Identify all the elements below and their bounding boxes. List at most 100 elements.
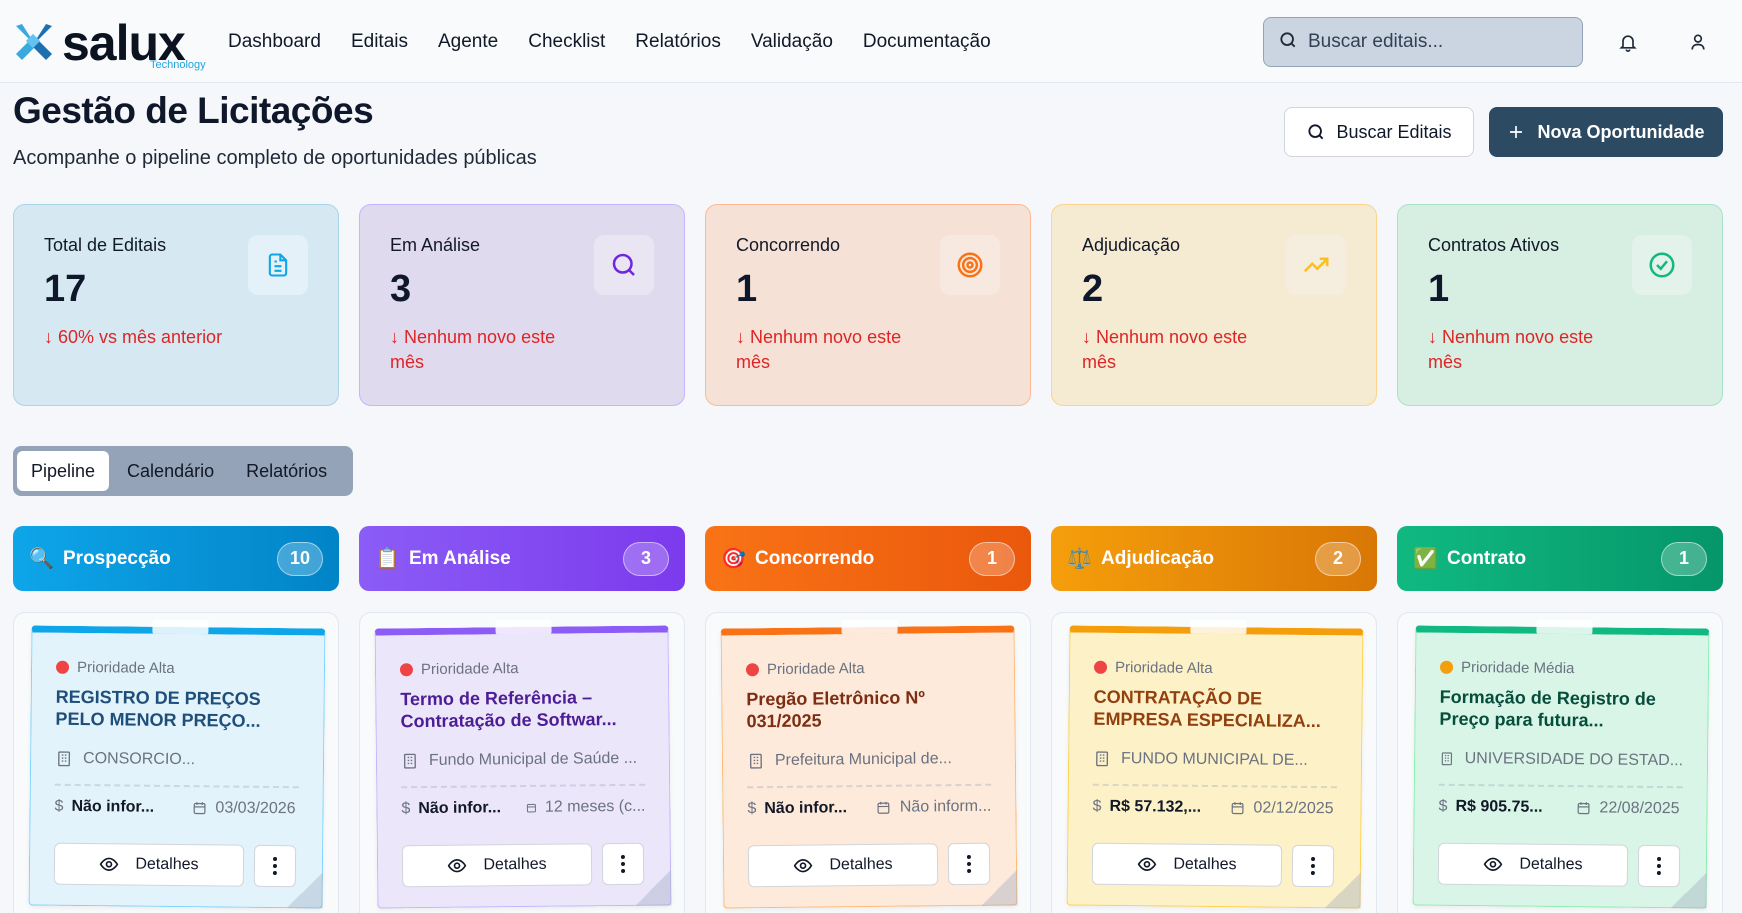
opportunity-card[interactable]: Prioridade Alta Pregão Eletrônico Nº 031… — [720, 619, 1018, 909]
details-button[interactable]: Detalhes — [401, 843, 593, 888]
details-label: Detalhes — [1173, 855, 1237, 874]
date-value: 12 meses (c... — [544, 797, 646, 816]
bell-icon[interactable] — [1615, 29, 1641, 55]
date-value: 03/03/2026 — [215, 799, 296, 818]
dollar-icon: $ — [401, 800, 411, 818]
new-opportunity-label: Nova Oportunidade — [1537, 121, 1705, 142]
opportunity-card[interactable]: Prioridade Alta REGISTRO DE PREÇOS PELO … — [28, 619, 326, 909]
page-fold-decoration — [981, 869, 1018, 906]
card-divider — [401, 783, 646, 789]
magnifier-emoji-icon: 🔍 — [29, 548, 54, 570]
nav-documentacao[interactable]: Documentação — [863, 31, 991, 53]
column-title: Concorrendo — [755, 547, 875, 569]
eye-icon — [794, 859, 813, 873]
date-value: Não inform... — [899, 797, 992, 816]
checkmark-emoji-icon: ✅ — [1413, 548, 1438, 570]
details-button[interactable]: Detalhes — [747, 843, 939, 888]
details-button[interactable]: Detalhes — [1437, 842, 1629, 887]
card-date: 22/08/2025 — [1575, 799, 1680, 818]
column-count-badge: 1 — [1661, 541, 1707, 576]
dollar-icon: $ — [54, 797, 64, 815]
priority-indicator: Prioridade Alta — [55, 658, 300, 679]
tab-pipeline[interactable]: Pipeline — [17, 451, 110, 491]
building-icon — [1096, 751, 1109, 767]
search-editais-button[interactable]: Buscar Editais — [1284, 107, 1474, 157]
vertical-dots-icon — [620, 854, 626, 873]
search-icon — [594, 235, 654, 295]
vertical-dots-icon — [272, 857, 278, 876]
column-header-contrato[interactable]: ✅ Contrato 1 — [1397, 526, 1723, 591]
card-divider — [1438, 783, 1683, 789]
card-date: Não inform... — [876, 798, 992, 817]
page-fold-decoration — [635, 869, 672, 906]
page-title: Gestão de Licitações — [13, 90, 374, 131]
card-actions: Detalhes — [53, 842, 297, 888]
card-title: Pregão Eletrônico Nº 031/2025 — [746, 687, 926, 732]
brand-tagline: Technology — [150, 59, 206, 71]
priority-dot — [1093, 660, 1108, 674]
tab-calendario[interactable]: Calendário — [113, 451, 228, 491]
tape-decoration — [152, 619, 209, 635]
salux-logo[interactable]: salux Technology — [12, 15, 206, 72]
priority-label: Prioridade Alta — [76, 658, 175, 677]
card-value: R$ 57.132,... — [1109, 797, 1202, 816]
column-header-concorrendo[interactable]: 🎯 Concorrendo 1 — [705, 526, 1031, 591]
card-value: R$ 905.75... — [1455, 797, 1543, 816]
stat-trend: ↓ Nenhum novo este mês — [736, 327, 902, 372]
priority-dot — [55, 660, 70, 674]
salux-logo-mark-icon — [16, 24, 52, 60]
vertical-dots-icon — [1310, 857, 1316, 876]
card-organization: FUNDO MUNICIPAL DE... — [1093, 750, 1337, 771]
column-count-badge: 10 — [277, 541, 323, 576]
column-title: Em Análise — [409, 547, 511, 569]
priority-indicator: Prioridade Alta — [1093, 659, 1338, 679]
search-input[interactable] — [1308, 31, 1568, 53]
stat-card-analise: Em Análise 3 ↓ Nenhum novo este mês — [359, 204, 685, 406]
details-button[interactable]: Detalhes — [1091, 842, 1283, 887]
nav-relatorios[interactable]: Relatórios — [635, 31, 721, 53]
page-subtitle: Acompanhe o pipeline completo de oportun… — [13, 147, 537, 169]
column-concorrendo: Prioridade Alta Pregão Eletrônico Nº 031… — [705, 612, 1031, 913]
card-meta: $ R$ 57.132,... 02/12/2025 — [1092, 798, 1336, 819]
column-header-adjudicacao[interactable]: ⚖️ Adjudicação 2 — [1051, 526, 1377, 591]
nav-checklist[interactable]: Checklist — [528, 31, 605, 53]
nav-validacao[interactable]: Validação — [751, 31, 833, 53]
user-icon[interactable] — [1685, 29, 1711, 55]
column-title: Adjudicação — [1101, 547, 1214, 569]
column-title: Contrato — [1447, 547, 1527, 569]
nav-dashboard[interactable]: Dashboard — [228, 31, 321, 53]
search-box[interactable] — [1263, 17, 1583, 67]
vertical-dots-icon — [966, 854, 972, 873]
calendar-icon — [193, 802, 206, 815]
card-value: Não infor... — [71, 797, 155, 816]
nav-agente[interactable]: Agente — [438, 31, 498, 53]
details-button[interactable]: Detalhes — [53, 842, 245, 887]
card-meta: $ R$ 905.75... 22/08/2025 — [1438, 798, 1682, 819]
column-count-badge: 1 — [969, 541, 1015, 576]
column-header-analise[interactable]: 📋 Em Análise 3 — [359, 526, 685, 591]
date-value: 02/12/2025 — [1253, 799, 1334, 818]
opportunity-card[interactable]: Prioridade Alta Termo de Referência – Co… — [374, 619, 672, 909]
new-opportunity-button[interactable]: Nova Oportunidade — [1489, 107, 1723, 157]
vertical-dots-icon — [1656, 857, 1662, 876]
opportunity-card[interactable]: Prioridade Média Formação de Registro de… — [1412, 619, 1710, 909]
view-tabs: Pipeline Calendário Relatórios — [13, 446, 353, 496]
document-icon — [248, 235, 308, 295]
search-icon — [1278, 30, 1298, 55]
details-label: Detalhes — [135, 855, 199, 874]
tab-relatorios[interactable]: Relatórios — [232, 451, 341, 491]
column-count-badge: 2 — [1315, 541, 1361, 576]
opportunity-card[interactable]: Prioridade Alta CONTRATAÇÃO DE EMPRESA E… — [1066, 619, 1364, 909]
eye-icon — [448, 859, 467, 873]
column-header-prospeccao[interactable]: 🔍 Prospecção 10 — [13, 526, 339, 591]
card-divider — [54, 783, 299, 789]
search-icon — [1308, 124, 1324, 140]
priority-label: Prioridade Média — [1460, 658, 1575, 678]
card-title: Termo de Referência – Contratação de Sof… — [400, 687, 617, 732]
card-actions: Detalhes — [401, 842, 645, 888]
card-date: 02/12/2025 — [1229, 799, 1334, 818]
nav-editais[interactable]: Editais — [351, 31, 408, 53]
priority-label: Prioridade Alta — [420, 660, 519, 679]
dollar-icon: $ — [1438, 797, 1448, 815]
details-label: Detalhes — [1519, 855, 1583, 874]
